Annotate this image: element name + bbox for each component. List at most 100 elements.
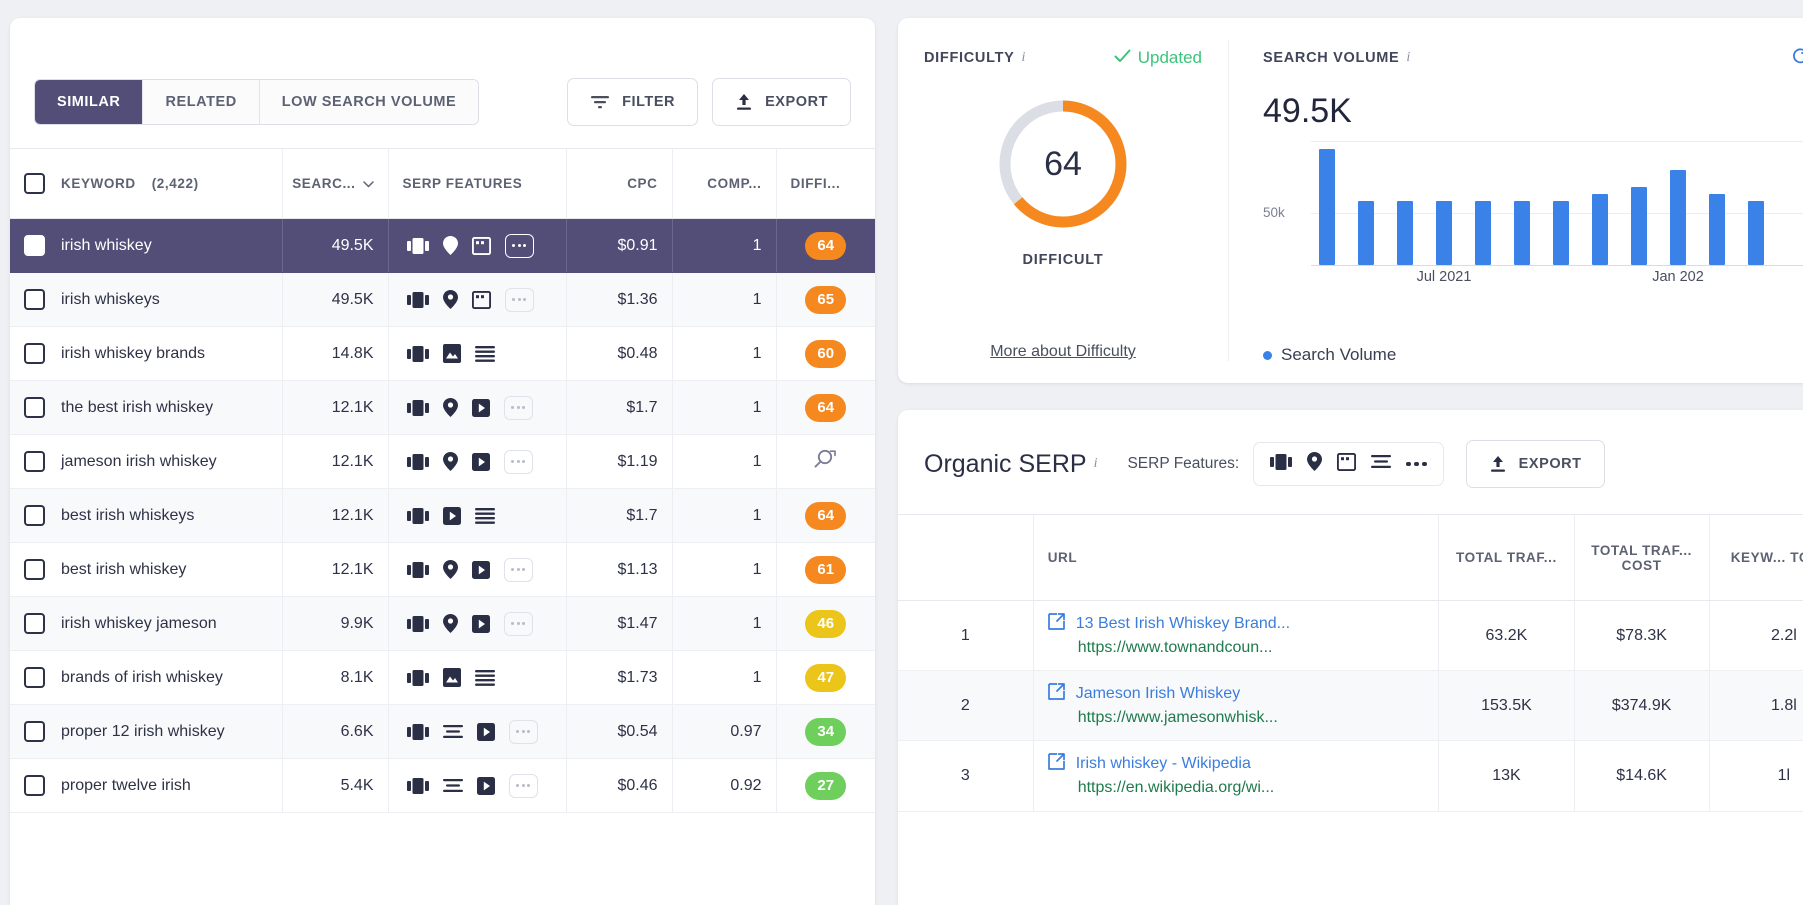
info-icon[interactable]: i xyxy=(1406,50,1410,66)
more-features-icon[interactable] xyxy=(508,719,538,744)
carousel-icon[interactable] xyxy=(406,777,429,795)
keyword-panel: SIMILAR RELATED LOW SEARCH VOLUME FILTER… xyxy=(10,18,875,905)
more-about-difficulty-link[interactable]: More about Difficulty xyxy=(898,343,1228,361)
update-link[interactable]: Upda xyxy=(1791,47,1803,70)
carousel-icon[interactable] xyxy=(406,237,429,255)
table-row[interactable]: irish whiskeys 49.5K $1.36 1 65 xyxy=(10,272,875,327)
align-list-icon[interactable] xyxy=(1371,454,1392,474)
video-icon[interactable] xyxy=(476,776,495,795)
image-icon[interactable] xyxy=(442,668,461,687)
serp-url-text[interactable]: https://en.wikipedia.org/wi... xyxy=(1078,779,1275,796)
col-search-volume[interactable]: SEARC... xyxy=(281,148,388,219)
export-button[interactable]: EXPORT xyxy=(712,78,851,126)
serp-url-text[interactable]: https://www.jamesonwhisk... xyxy=(1078,709,1278,726)
location-pin-icon[interactable] xyxy=(442,290,458,309)
sitelinks-icon[interactable] xyxy=(471,290,491,309)
table-row[interactable]: irish whiskey brands 14.8K $0.48 1 60 xyxy=(10,326,875,381)
image-icon[interactable] xyxy=(442,344,461,363)
carousel-icon[interactable] xyxy=(406,723,429,741)
col-keyword-label: KEYWORD xyxy=(61,176,136,191)
more-features-icon[interactable] xyxy=(508,773,538,798)
serp-title-text[interactable]: Jameson Irish Whiskey xyxy=(1076,683,1241,705)
row-checkbox[interactable] xyxy=(24,289,45,310)
more-features-icon[interactable] xyxy=(503,449,533,474)
location-pin-icon[interactable] xyxy=(442,560,458,579)
carousel-icon[interactable] xyxy=(406,669,429,687)
table-row[interactable]: the best irish whiskey 12.1K $1.7 1 64 xyxy=(10,380,875,435)
sitelinks-icon[interactable] xyxy=(471,236,491,255)
more-features-icon[interactable] xyxy=(503,395,533,420)
serp-keywords-cell[interactable]: 1l xyxy=(1708,740,1803,812)
align-list-icon[interactable] xyxy=(442,778,463,793)
serp-keywords-cell[interactable]: 2.2l xyxy=(1708,600,1803,672)
video-icon[interactable] xyxy=(471,398,490,417)
table-row[interactable]: jameson irish whiskey 12.1K $1.19 1 xyxy=(10,434,875,489)
row-checkbox[interactable] xyxy=(24,235,45,256)
align-list-icon[interactable] xyxy=(442,724,463,739)
location-pin-icon[interactable] xyxy=(442,398,458,417)
row-checkbox[interactable] xyxy=(24,559,45,580)
difficulty-rating: DIFFICULT xyxy=(1022,252,1104,268)
carousel-icon[interactable] xyxy=(406,453,429,471)
list-icon[interactable] xyxy=(474,669,495,686)
carousel-icon[interactable] xyxy=(406,615,429,633)
table-row[interactable]: irish whiskey 49.5K $0.91 1 64 xyxy=(10,218,875,273)
row-checkbox[interactable] xyxy=(24,613,45,634)
external-link-icon[interactable] xyxy=(1047,613,1065,637)
row-checkbox[interactable] xyxy=(24,505,45,526)
table-row[interactable]: best irish whiskeys 12.1K $1.7 1 64 xyxy=(10,488,875,543)
location-pin-icon[interactable] xyxy=(442,452,458,471)
carousel-icon[interactable] xyxy=(406,345,429,363)
tab-related[interactable]: RELATED xyxy=(143,80,260,124)
table-row[interactable]: 1 13 Best Irish Whiskey Brand... https:/… xyxy=(898,600,1803,672)
external-link-icon[interactable] xyxy=(1047,683,1065,707)
video-icon[interactable] xyxy=(471,560,490,579)
more-features-icon[interactable] xyxy=(504,233,534,258)
carousel-icon[interactable] xyxy=(406,291,429,309)
external-link-icon[interactable] xyxy=(1047,753,1065,777)
info-icon[interactable]: i xyxy=(1094,456,1098,472)
row-checkbox[interactable] xyxy=(24,451,45,472)
video-icon[interactable] xyxy=(476,722,495,741)
serp-title-text[interactable]: Irish whiskey - Wikipedia xyxy=(1076,753,1251,775)
carousel-icon[interactable] xyxy=(406,399,429,417)
table-row[interactable]: 3 Irish whiskey - Wikipedia https://en.w… xyxy=(898,740,1803,812)
video-icon[interactable] xyxy=(442,506,461,525)
table-row[interactable]: 2 Jameson Irish Whiskey https://www.jame… xyxy=(898,670,1803,742)
serp-url-text[interactable]: https://www.townandcoun... xyxy=(1078,639,1273,656)
location-pin-icon[interactable] xyxy=(1307,452,1323,476)
location-pin-icon[interactable] xyxy=(442,614,458,633)
serp-title-text[interactable]: 13 Best Irish Whiskey Brand... xyxy=(1076,613,1290,635)
carousel-icon[interactable] xyxy=(406,507,429,525)
row-checkbox[interactable] xyxy=(24,343,45,364)
info-icon[interactable]: i xyxy=(1022,50,1026,66)
select-all-checkbox[interactable] xyxy=(24,173,45,194)
table-row[interactable]: best irish whiskey 12.1K $1.13 1 61 xyxy=(10,542,875,597)
serp-export-button[interactable]: EXPORT xyxy=(1465,440,1605,488)
list-icon[interactable] xyxy=(474,507,495,524)
serp-keywords-cell[interactable]: 1.8l xyxy=(1708,670,1803,742)
filter-button[interactable]: FILTER xyxy=(567,78,699,126)
carousel-icon[interactable] xyxy=(1270,453,1293,476)
carousel-icon[interactable] xyxy=(406,561,429,579)
table-row[interactable]: irish whiskey jameson 9.9K $1.47 1 46 xyxy=(10,596,875,651)
table-row[interactable]: proper 12 irish whiskey 6.6K $0.54 0.97 … xyxy=(10,704,875,759)
more-features-icon[interactable] xyxy=(503,557,533,582)
sitelinks-icon[interactable] xyxy=(1337,452,1357,476)
table-row[interactable]: proper twelve irish 5.4K $0.46 0.92 27 xyxy=(10,758,875,813)
list-icon[interactable] xyxy=(474,345,495,362)
row-checkbox[interactable] xyxy=(24,775,45,796)
video-icon[interactable] xyxy=(471,452,490,471)
search-magnifier-icon[interactable] xyxy=(814,449,838,474)
more-features-icon[interactable] xyxy=(1406,461,1427,467)
tab-similar[interactable]: SIMILAR xyxy=(35,80,144,124)
tab-low-search-volume[interactable]: LOW SEARCH VOLUME xyxy=(259,80,479,124)
more-features-icon[interactable] xyxy=(503,611,533,636)
row-checkbox[interactable] xyxy=(24,667,45,688)
location-pin-icon[interactable] xyxy=(442,236,458,255)
row-checkbox[interactable] xyxy=(24,721,45,742)
video-icon[interactable] xyxy=(471,614,490,633)
table-row[interactable]: brands of irish whiskey 8.1K $1.73 1 47 xyxy=(10,650,875,705)
row-checkbox[interactable] xyxy=(24,397,45,418)
more-features-icon[interactable] xyxy=(504,287,534,312)
